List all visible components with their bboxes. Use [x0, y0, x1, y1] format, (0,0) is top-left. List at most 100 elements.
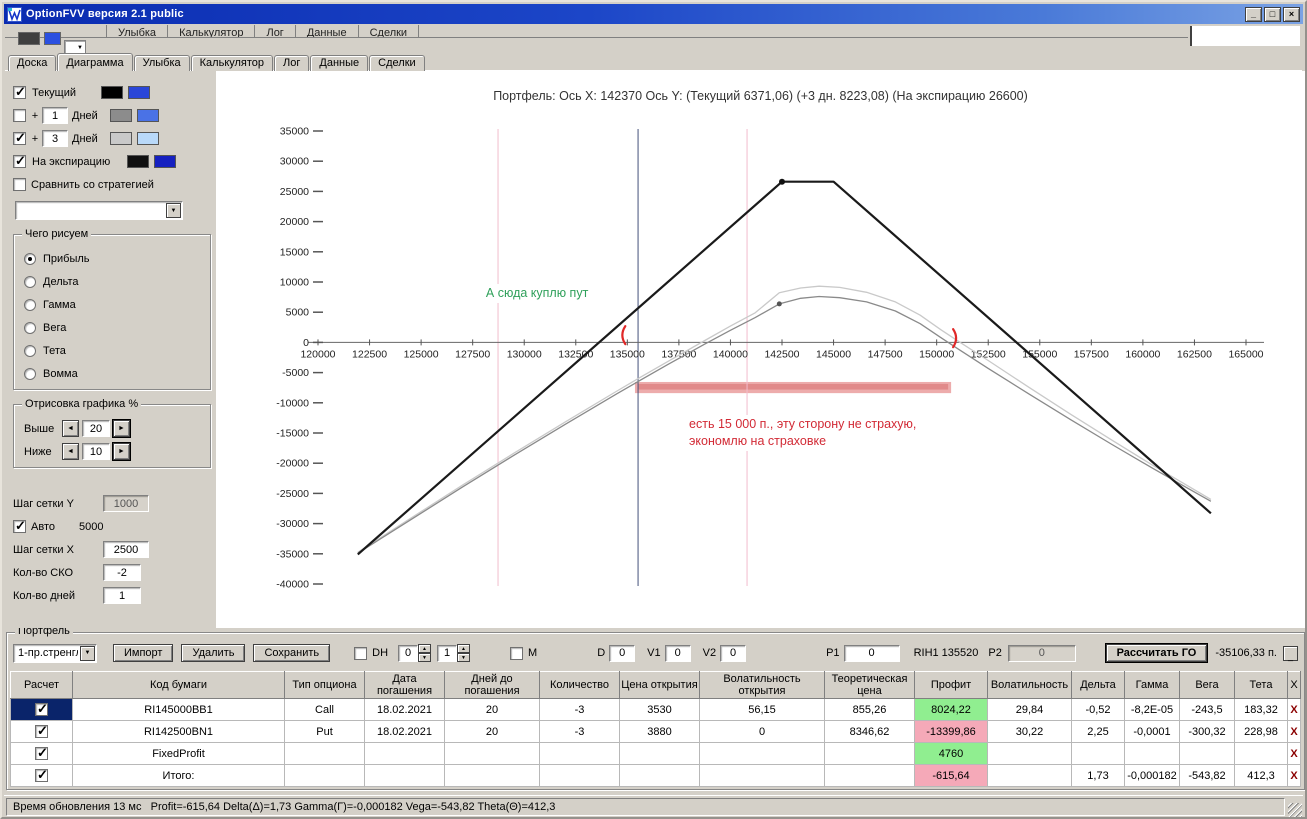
- param-input-D[interactable]: [609, 644, 636, 662]
- row-checkbox[interactable]: [35, 723, 48, 739]
- delete-button[interactable]: Удалить: [181, 644, 246, 662]
- spin-up-icon[interactable]: ▲: [418, 644, 432, 653]
- plus1-checkbox[interactable]: [13, 109, 26, 122]
- range-field[interactable]: [82, 443, 110, 460]
- column-header-Расчет[interactable]: Расчет: [10, 671, 73, 699]
- tab-Данные[interactable]: Данные: [310, 55, 369, 71]
- expiration-checkbox[interactable]: [13, 153, 26, 169]
- radio-Вега[interactable]: [24, 321, 36, 334]
- spin-up-icon[interactable]: ▲: [457, 644, 471, 653]
- m-checkbox[interactable]: [510, 646, 524, 660]
- column-header-Гамма[interactable]: Гамма: [1124, 671, 1180, 699]
- plus3-checkbox[interactable]: [13, 130, 26, 146]
- delete-row-button[interactable]: X: [1287, 698, 1301, 721]
- delete-row-button[interactable]: X: [1287, 742, 1301, 765]
- column-header-Профит[interactable]: Профит: [914, 671, 988, 699]
- radio-Тета[interactable]: [24, 344, 36, 357]
- radio-Прибыль[interactable]: [24, 252, 36, 265]
- save-button[interactable]: Сохранить: [253, 644, 331, 662]
- decrease-button[interactable]: ◄: [62, 443, 79, 460]
- resize-grip[interactable]: [1288, 803, 1302, 817]
- radio-Вомма[interactable]: [24, 367, 36, 380]
- auto-checkbox[interactable]: [13, 518, 26, 534]
- plus1-days-field[interactable]: [42, 107, 68, 124]
- column-header-Волатильность открытия[interactable]: Волатильность открытия: [699, 671, 825, 699]
- expiration-color1-swatch[interactable]: [127, 155, 149, 168]
- strategy-combobox[interactable]: ▼: [15, 201, 183, 220]
- row-checkbox[interactable]: [35, 701, 48, 717]
- preset-combobox[interactable]: 1-пр.стренгл ▼: [13, 643, 97, 663]
- decrease-button[interactable]: ◄: [62, 420, 79, 437]
- column-header-Код бумаги[interactable]: Код бумаги: [72, 671, 285, 699]
- current-color1-swatch[interactable]: [101, 86, 123, 99]
- chevron-down-icon: ▼: [77, 45, 83, 51]
- dh-checkbox[interactable]: [354, 646, 368, 660]
- titlebar[interactable]: OptionFVV версия 2.1 public _ □ ×: [4, 4, 1303, 24]
- grid-step-x-field[interactable]: [103, 541, 149, 558]
- tab-Диаграмма[interactable]: Диаграмма: [57, 53, 133, 72]
- column-header-Цена открытия[interactable]: Цена открытия: [619, 671, 700, 699]
- spin-down-icon[interactable]: ▼: [418, 653, 432, 662]
- plus1-color2-swatch[interactable]: [137, 109, 159, 122]
- minimize-button[interactable]: _: [1245, 6, 1262, 22]
- column-header-Вега[interactable]: Вега: [1179, 671, 1235, 699]
- tab-Лог[interactable]: Лог: [274, 55, 310, 71]
- tab-Улыбка[interactable]: Улыбка: [133, 55, 190, 71]
- maximize-button[interactable]: □: [1264, 6, 1281, 22]
- column-header-X[interactable]: X: [1287, 671, 1301, 699]
- column-header-Дата погашения[interactable]: Дата погашения: [364, 671, 445, 699]
- tab-Доска[interactable]: Доска: [8, 55, 57, 71]
- spin-down-icon[interactable]: ▼: [457, 653, 471, 662]
- expiration-color2-swatch[interactable]: [154, 155, 176, 168]
- delete-row-button[interactable]: X: [1287, 764, 1301, 787]
- days-count-field[interactable]: [103, 587, 141, 604]
- calc-margin-button[interactable]: Рассчитать ГО: [1104, 643, 1209, 663]
- param-input-V2[interactable]: [720, 644, 747, 662]
- y-tick-label: -10000: [276, 397, 309, 409]
- column-header-Теоретическая цена[interactable]: Теоретическая цена: [824, 671, 915, 699]
- delete-row-button[interactable]: X: [1287, 720, 1301, 743]
- range-field[interactable]: [82, 420, 110, 437]
- plus3-days-field[interactable]: [42, 130, 68, 147]
- column-header-Волатильность[interactable]: Волатильность: [987, 671, 1072, 699]
- y-tick-label: -25000: [276, 488, 309, 500]
- radio-label: Дельта: [43, 275, 79, 288]
- collapse-button[interactable]: _: [1283, 645, 1298, 661]
- sko-field[interactable]: [103, 564, 141, 581]
- column-header-Количество[interactable]: Количество: [539, 671, 620, 699]
- dh-spinner-2-field[interactable]: [437, 644, 458, 662]
- import-button[interactable]: Импорт: [113, 644, 174, 662]
- compare-checkbox[interactable]: [13, 178, 26, 191]
- current-color2-swatch[interactable]: [128, 86, 150, 99]
- column-header-Дней до погашения[interactable]: Дней до погашения: [444, 671, 540, 699]
- plus1-color1-swatch[interactable]: [110, 109, 132, 122]
- increase-button[interactable]: ►: [112, 419, 131, 438]
- x-tick-label: 157500: [1074, 348, 1109, 360]
- chevron-down-icon[interactable]: ▼: [80, 645, 95, 661]
- grid-step-x-label: Шаг сетки X: [13, 543, 74, 556]
- radio-Дельта[interactable]: [24, 275, 36, 288]
- dh-spinner-1-field[interactable]: [398, 644, 419, 662]
- chevron-down-icon[interactable]: ▼: [166, 203, 181, 218]
- increase-button[interactable]: ►: [112, 442, 131, 461]
- tab-Калькулятор[interactable]: Калькулятор: [190, 55, 274, 71]
- radio-Гамма[interactable]: [24, 298, 36, 311]
- param-input-V1[interactable]: [664, 644, 691, 662]
- sko-row: Кол-во СКО: [13, 561, 211, 584]
- plus3-color2-swatch[interactable]: [137, 132, 159, 145]
- column-header-Тета[interactable]: Тета: [1234, 671, 1288, 699]
- param-input-P1[interactable]: [843, 644, 900, 662]
- color-swatch-blue[interactable]: [44, 32, 61, 45]
- column-header-Тип опциона[interactable]: Тип опциона: [284, 671, 365, 699]
- margin-value: -35106,33 п.: [1215, 647, 1277, 659]
- close-button[interactable]: ×: [1283, 6, 1300, 22]
- current-checkbox[interactable]: [13, 84, 26, 100]
- column-header-Дельта[interactable]: Дельта: [1071, 671, 1125, 699]
- plus3-color1-swatch[interactable]: [110, 132, 132, 145]
- tab-Сделки[interactable]: Сделки: [369, 55, 425, 71]
- color-swatch-dark[interactable]: [18, 32, 40, 45]
- row-checkbox[interactable]: [35, 745, 48, 761]
- row-checkbox[interactable]: [35, 767, 48, 783]
- p2-field[interactable]: [1007, 644, 1076, 662]
- grid-step-y-field[interactable]: [103, 495, 149, 512]
